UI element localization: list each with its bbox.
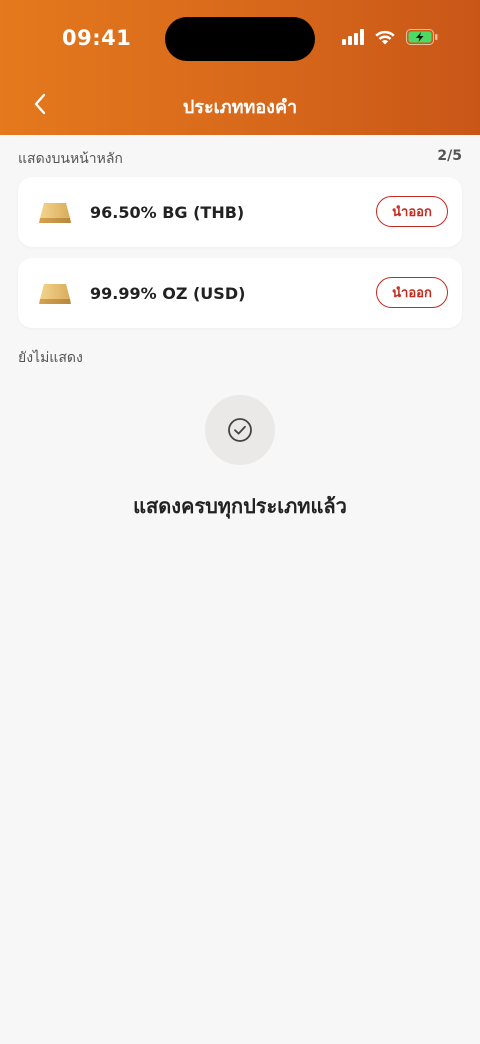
gold-bar-icon xyxy=(39,203,71,223)
battery-charging-icon xyxy=(406,29,438,45)
check-circle-icon xyxy=(228,418,252,442)
wifi-icon xyxy=(375,30,395,45)
list-item-gold-type: 99.99% OZ (USD) นำออก xyxy=(18,258,462,328)
status-icons xyxy=(342,29,438,45)
dynamic-island xyxy=(165,17,315,61)
shown-count: 2/5 xyxy=(437,148,462,164)
cellular-signal-icon xyxy=(342,29,364,45)
empty-state-message: แสดงครบทุกประเภทแล้ว xyxy=(133,494,347,518)
gold-bar-icon xyxy=(39,284,71,304)
gold-type-label: 99.99% OZ (USD) xyxy=(90,284,246,303)
status-time: 09:41 xyxy=(62,26,132,50)
shown-section-label: แสดงบนหน้าหลัก xyxy=(18,151,123,167)
empty-state-badge xyxy=(205,395,275,465)
gold-type-label: 96.50% BG (THB) xyxy=(90,203,245,222)
list-item-gold-type: 96.50% BG (THB) นำออก xyxy=(18,177,462,247)
screen: 09:41 ประเภททองคำ แสดงบนหน้าหลัก 2/5 96.… xyxy=(0,0,480,1044)
remove-button[interactable]: นำออก xyxy=(376,196,448,227)
remove-button[interactable]: นำออก xyxy=(376,277,448,308)
hidden-section-label: ยังไม่แสดง xyxy=(18,350,83,366)
header: 09:41 ประเภททองคำ xyxy=(0,0,480,135)
page-title: ประเภททองคำ xyxy=(182,97,298,118)
